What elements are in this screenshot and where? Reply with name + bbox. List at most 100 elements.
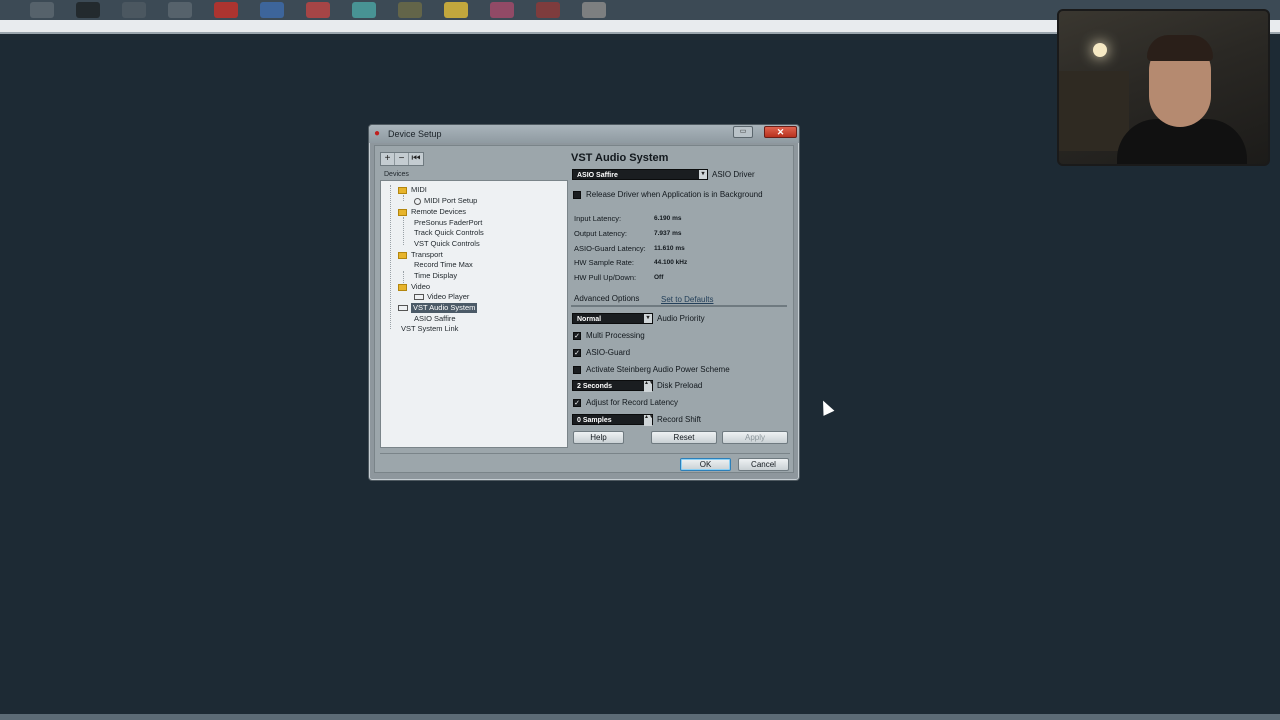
app-icon[interactable]: [352, 2, 376, 18]
audio-priority-label: Audio Priority: [657, 314, 705, 323]
asio-guard-latency-label: ASIO-Guard Latency:: [574, 244, 646, 253]
webcam-lamp: [1093, 43, 1107, 57]
midi-port-icon: [414, 197, 421, 205]
app-icon[interactable]: [122, 2, 146, 18]
device-setup-dialog: ● Device Setup ▭ ✕ + − ⏮ Devices MIDI MI…: [368, 124, 800, 481]
power-scheme-label: Activate Steinberg Audio Power Scheme: [586, 365, 730, 374]
app-icon[interactable]: [582, 2, 606, 18]
footer-divider: [380, 453, 790, 454]
tree-node-label: PreSonus FaderPort: [414, 218, 483, 227]
tree-line: [390, 185, 391, 329]
tree-node-label: Time Display: [414, 271, 458, 280]
ok-button[interactable]: OK: [680, 458, 731, 471]
tree-node-label: VST Quick Controls: [414, 239, 480, 248]
folder-icon: [398, 208, 407, 216]
hw-sample-rate-label: HW Sample Rate:: [574, 258, 635, 267]
video-icon: [414, 294, 424, 300]
restore-button[interactable]: ▭: [733, 126, 753, 138]
app-icon[interactable]: [30, 2, 54, 18]
audio-priority-value: Normal: [577, 316, 602, 323]
tree-node-vst-system-link[interactable]: VST System Link: [401, 324, 458, 334]
asio-driver-value: ASIO Saffire: [577, 172, 618, 179]
tree-node-label: MIDI Port Setup: [424, 196, 478, 205]
tree-node-remote-devices[interactable]: Remote Devices: [398, 207, 466, 217]
tree-node-presonus-faderport[interactable]: PreSonus FaderPort: [414, 218, 482, 228]
reset-device-button[interactable]: ⏮: [409, 153, 423, 165]
mouse-cursor-icon: [817, 398, 835, 416]
tree-node-transport[interactable]: Transport: [398, 250, 443, 260]
app-icon[interactable]: [168, 2, 192, 18]
cubase-icon[interactable]: [214, 2, 238, 18]
app-icon[interactable]: [76, 2, 100, 18]
multi-processing-checkbox[interactable]: ✓: [573, 332, 581, 340]
set-to-defaults-link[interactable]: Set to Defaults: [661, 295, 713, 304]
tree-line: [403, 195, 404, 201]
apply-button[interactable]: Apply: [722, 431, 788, 444]
tree-node-label: Remote Devices: [411, 207, 467, 216]
tree-node-label: VST Audio System: [411, 303, 478, 313]
stepper-arrows-icon[interactable]: ▲▼: [644, 415, 654, 426]
tree-node-midi[interactable]: MIDI: [398, 185, 427, 195]
panel-title: VST Audio System: [571, 152, 669, 164]
adjust-latency-checkbox[interactable]: ✓: [573, 399, 581, 407]
disk-preload-value: 2 Seconds: [577, 383, 613, 390]
tree-node-vst-quick-controls[interactable]: VST Quick Controls: [414, 239, 480, 249]
output-latency-label: Output Latency:: [574, 229, 627, 238]
record-shift-value: 0 Samples: [577, 417, 612, 424]
advanced-divider: [571, 305, 787, 307]
asio-guard-checkbox[interactable]: ✓: [573, 349, 581, 357]
tree-node-vst-audio-system[interactable]: VST Audio System: [398, 303, 478, 313]
help-button[interactable]: Help: [573, 431, 624, 444]
cancel-button[interactable]: Cancel: [738, 458, 789, 471]
devices-label: Devices: [384, 171, 409, 178]
dialog-body: + − ⏮ Devices MIDI MIDI Port Setup Remot…: [374, 145, 794, 473]
remove-device-button[interactable]: −: [395, 153, 409, 165]
tree-node-video[interactable]: Video: [398, 282, 430, 292]
hw-pull-value: Off: [654, 274, 664, 281]
tree-line: [403, 217, 404, 245]
tree-node-label: VST System Link: [401, 324, 459, 333]
release-driver-checkbox[interactable]: [573, 191, 581, 199]
folder-icon: [398, 186, 407, 194]
webcam-overlay: [1057, 9, 1270, 166]
tree-node-time-display[interactable]: Time Display: [414, 271, 457, 281]
tree-node-video-player[interactable]: Video Player: [414, 292, 469, 302]
dialog-title: Device Setup: [388, 129, 442, 139]
webcam-background: [1059, 71, 1129, 151]
app-icon[interactable]: [398, 2, 422, 18]
cubase-logo-icon: ●: [374, 128, 381, 139]
add-device-button[interactable]: +: [381, 153, 395, 165]
app-icon[interactable]: [490, 2, 514, 18]
disk-preload-stepper[interactable]: 2 Seconds ▲▼: [572, 380, 654, 392]
device-tree[interactable]: MIDI MIDI Port Setup Remote Devices PreS…: [380, 180, 568, 448]
asio-driver-select[interactable]: ASIO Saffire ▾: [572, 169, 708, 180]
tree-node-record-time-max[interactable]: Record Time Max: [414, 260, 473, 270]
app-icon[interactable]: [306, 2, 330, 18]
folder-icon: [398, 251, 407, 259]
asio-guard-latency-value: 11.610 ms: [654, 245, 685, 252]
app-icon[interactable]: [444, 2, 468, 18]
app-icon[interactable]: [536, 2, 560, 18]
reset-button[interactable]: Reset: [651, 431, 717, 444]
stepper-arrows-icon[interactable]: ▲▼: [644, 381, 654, 392]
close-button[interactable]: ✕: [764, 126, 797, 138]
disk-preload-label: Disk Preload: [657, 381, 703, 390]
app-icon[interactable]: [260, 2, 284, 18]
hw-sample-rate-value: 44.100 kHz: [654, 259, 688, 266]
multi-processing-label: Multi Processing: [586, 331, 645, 340]
tree-node-label: Record Time Max: [414, 260, 473, 269]
input-latency-value: 6.190 ms: [654, 215, 682, 222]
tree-node-asio-saffire[interactable]: ASIO Saffire: [414, 314, 456, 324]
asio-driver-label: ASIO Driver: [712, 170, 755, 179]
tree-node-label: Track Quick Controls: [414, 228, 484, 237]
tree-node-label: Video Player: [427, 292, 470, 301]
tree-node-midi-port-setup[interactable]: MIDI Port Setup: [414, 196, 477, 206]
record-shift-label: Record Shift: [657, 415, 702, 424]
record-shift-stepper[interactable]: 0 Samples ▲▼: [572, 414, 654, 426]
bottom-strip: [0, 714, 1280, 720]
audio-priority-select[interactable]: Normal ▾: [572, 313, 653, 324]
webcam-person-hair: [1147, 35, 1213, 61]
chevron-down-icon: ▾: [699, 170, 707, 179]
tree-node-track-quick-controls[interactable]: Track Quick Controls: [414, 228, 484, 238]
power-scheme-checkbox[interactable]: [573, 366, 581, 374]
